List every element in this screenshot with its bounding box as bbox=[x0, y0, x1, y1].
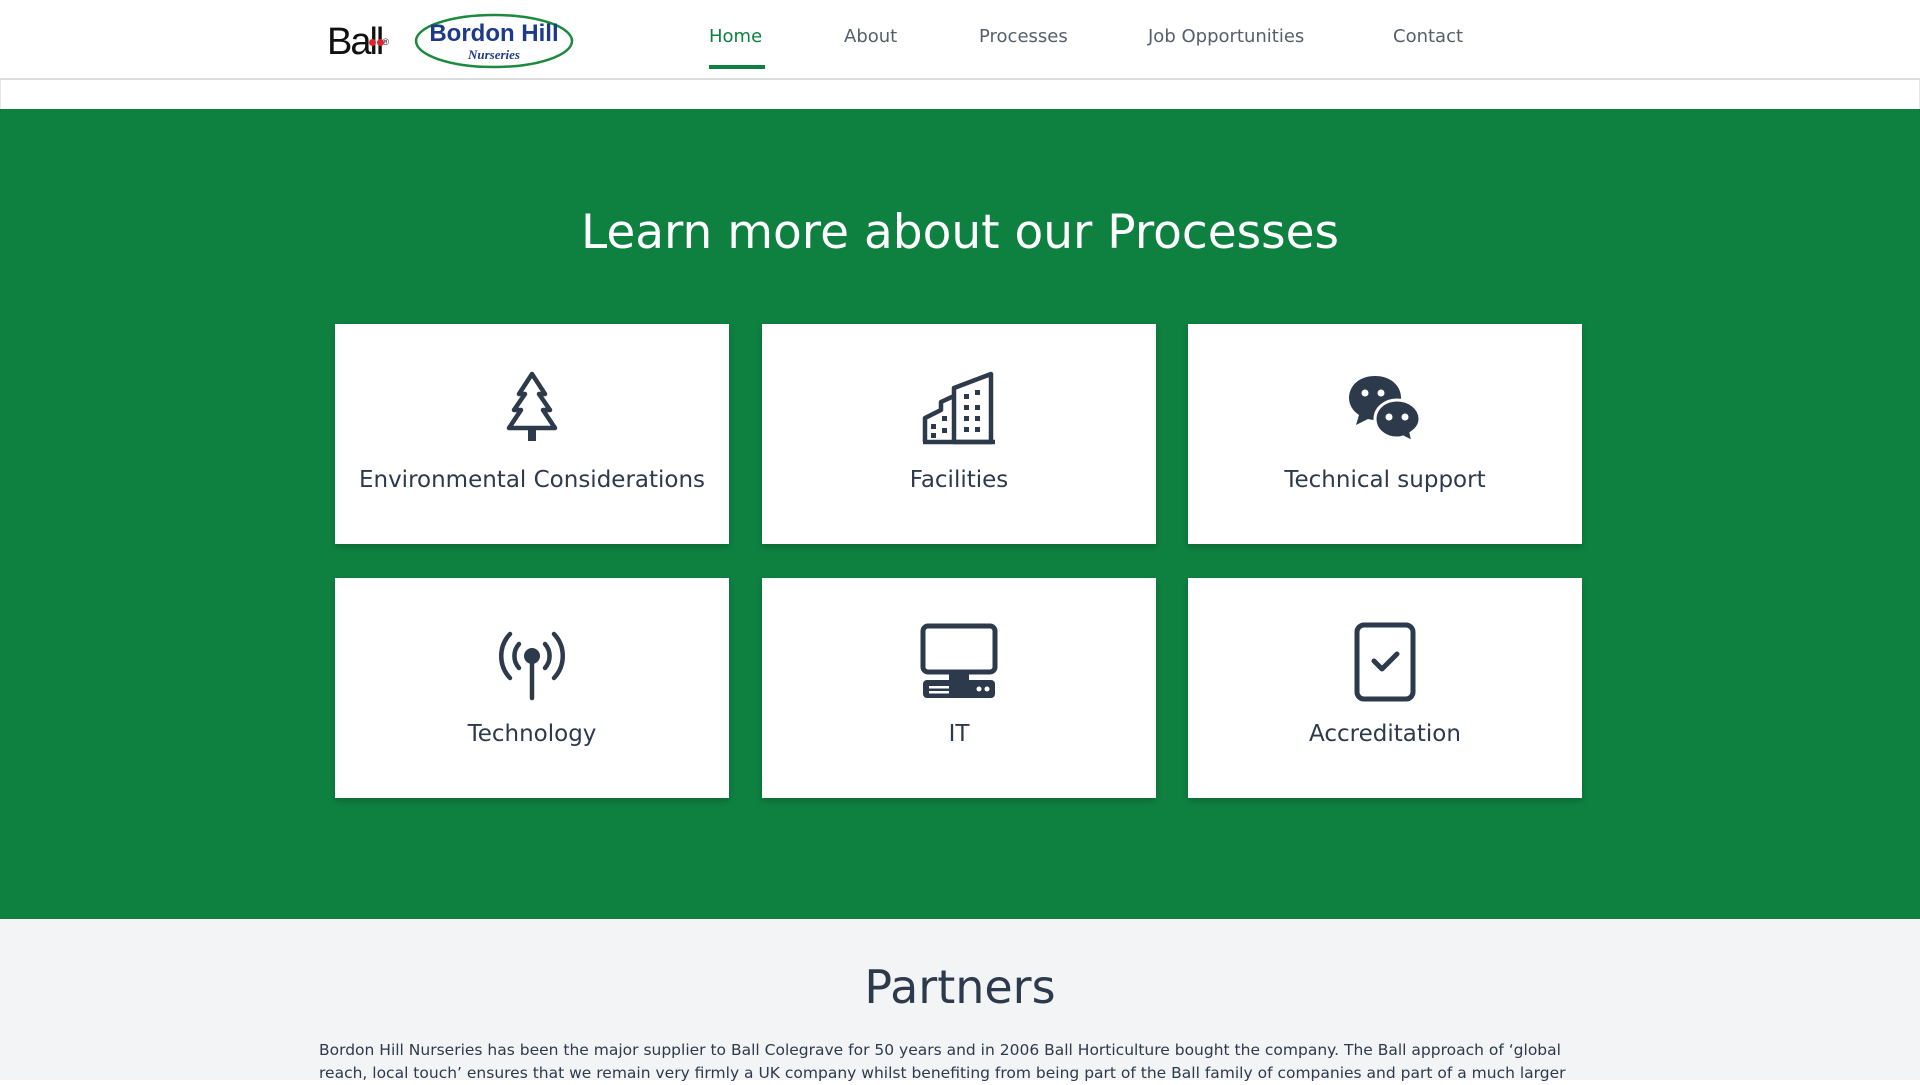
nav-job-opportunities[interactable]: Job Opportunities bbox=[1148, 26, 1304, 50]
bordon-hill-logo[interactable]: Bordon Hill Nurseries bbox=[414, 13, 574, 69]
process-card-label: Technical support bbox=[1284, 467, 1486, 493]
process-card-label: Accreditation bbox=[1309, 721, 1461, 747]
tree-icon bbox=[506, 371, 558, 441]
process-card-technical-support[interactable]: Technical support bbox=[1188, 324, 1582, 544]
nav-contact[interactable]: Contact bbox=[1393, 26, 1463, 50]
bordon-hill-logo-sub: Nurseries bbox=[467, 47, 520, 62]
partners-title: Partners bbox=[864, 960, 1056, 1014]
ball-logo[interactable]: Ball® bbox=[327, 22, 389, 62]
nav-about[interactable]: About bbox=[844, 26, 897, 50]
process-card-label: Technology bbox=[467, 721, 597, 747]
nav-processes[interactable]: Processes bbox=[979, 26, 1068, 50]
process-card-environmental[interactable]: Environmental Considerations bbox=[335, 324, 729, 544]
building-icon bbox=[922, 371, 995, 445]
process-card-accreditation[interactable]: Accreditation bbox=[1188, 578, 1582, 798]
header-spacer bbox=[0, 80, 1920, 109]
process-card-label: IT bbox=[948, 721, 970, 747]
process-card-label: Environmental Considerations bbox=[358, 467, 706, 493]
chat-bubbles-icon bbox=[1349, 376, 1422, 445]
process-card-it[interactable]: IT bbox=[762, 578, 1156, 798]
process-card-facilities[interactable]: Facilities bbox=[762, 324, 1156, 544]
clipboard-check-icon bbox=[1354, 622, 1416, 702]
computer-icon bbox=[920, 623, 998, 698]
partners-description: Bordon Hill Nurseries has been the major… bbox=[319, 1041, 1566, 1082]
nav-home[interactable]: Home bbox=[709, 26, 762, 50]
process-card-technology[interactable]: Technology bbox=[335, 578, 729, 798]
antenna-signal-icon bbox=[499, 631, 565, 701]
nav-active-indicator bbox=[709, 65, 765, 69]
ball-logo-dots bbox=[369, 14, 385, 54]
site-header: Ball® Bordon Hill Nurseries Home About P… bbox=[0, 0, 1920, 80]
process-card-label: Facilities bbox=[909, 467, 1009, 493]
processes-title: Learn more about our Processes bbox=[580, 205, 1340, 260]
bordon-hill-logo-name: Bordon Hill bbox=[429, 20, 558, 47]
